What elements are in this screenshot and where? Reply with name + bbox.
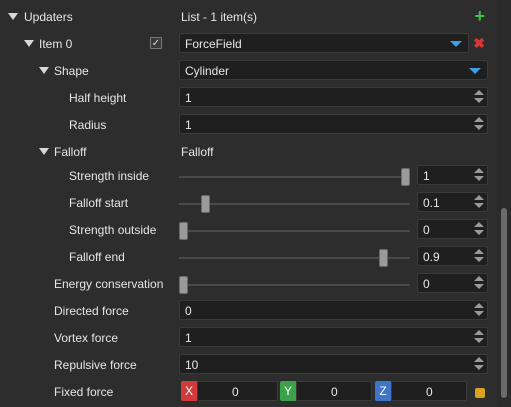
directed-force-label: Directed force	[54, 304, 129, 318]
shape-dropdown[interactable]: Cylinder	[179, 60, 488, 80]
item0-label: Item 0	[39, 37, 73, 51]
close-icon[interactable]: ✖	[473, 35, 485, 52]
strength-outside-slider-track[interactable]	[179, 230, 410, 232]
row-directed-force: Directed force 0	[0, 298, 497, 325]
vortex-force-value: 1	[185, 331, 192, 345]
vortex-force-input[interactable]: 1	[179, 327, 488, 347]
spinner-icon[interactable]	[474, 330, 484, 344]
updaters-label: Updaters	[24, 10, 73, 24]
row-half-height: Half height 1	[0, 85, 497, 112]
chevron-down-icon	[469, 68, 481, 74]
fixed-force-z-value: 0	[426, 385, 433, 399]
collapse-icon[interactable]	[39, 67, 49, 74]
collapse-icon[interactable]	[8, 13, 18, 20]
collapse-icon[interactable]	[39, 148, 49, 155]
row-vortex-force: Vortex force 1	[0, 325, 497, 352]
spinner-icon[interactable]	[474, 195, 484, 209]
falloff-end-slider-track[interactable]	[179, 257, 410, 259]
falloff-end-input[interactable]: 0.9	[417, 246, 488, 266]
falloff-value: Falloff	[181, 145, 214, 159]
spinner-icon[interactable]	[474, 357, 484, 371]
spinner-icon[interactable]	[474, 276, 484, 290]
item0-value: ForceField	[185, 37, 242, 51]
directed-force-value: 0	[185, 304, 192, 318]
row-item0: Item 0 ✓ ForceField ✖	[0, 31, 497, 58]
item0-dropdown[interactable]: ForceField	[179, 33, 469, 53]
fixed-force-z-input[interactable]: 0	[391, 381, 467, 401]
half-height-value: 1	[185, 91, 192, 105]
chevron-down-icon	[450, 41, 462, 47]
fixed-force-x-input[interactable]: 0	[197, 381, 278, 401]
row-falloff: Falloff Falloff	[0, 139, 497, 166]
radius-input[interactable]: 1	[179, 114, 488, 134]
spinner-icon[interactable]	[474, 168, 484, 182]
vertical-scrollbar[interactable]	[497, 0, 511, 407]
x-axis-tag: X	[181, 381, 197, 401]
spinner-icon[interactable]	[474, 249, 484, 263]
strength-outside-value: 0	[423, 223, 430, 237]
updaters-value: List - 1 item(s)	[181, 10, 258, 24]
falloff-end-slider-thumb[interactable]	[378, 249, 388, 267]
energy-conservation-input[interactable]: 0	[417, 273, 488, 293]
fixed-force-y-input[interactable]: 0	[296, 381, 372, 401]
falloff-start-value: 0.1	[423, 196, 440, 210]
row-radius: Radius 1	[0, 112, 497, 139]
fixed-force-label: Fixed force	[54, 385, 114, 399]
falloff-start-label: Falloff start	[69, 196, 129, 210]
strength-inside-input[interactable]: 1	[417, 165, 488, 185]
shape-value: Cylinder	[185, 64, 230, 78]
property-grid: Updaters List - 1 item(s) + Item 0 ✓ For…	[0, 0, 497, 407]
strength-inside-slider-track[interactable]	[179, 176, 410, 178]
strength-inside-value: 1	[423, 169, 430, 183]
collapse-icon[interactable]	[24, 40, 34, 47]
fixed-force-y-value: 0	[331, 385, 338, 399]
repulsive-force-value: 10	[185, 358, 199, 372]
radius-value: 1	[185, 118, 192, 132]
y-axis-tag: Y	[280, 381, 296, 401]
row-falloff-end: Falloff end 0.9	[0, 244, 497, 271]
energy-conservation-slider-thumb[interactable]	[179, 276, 188, 294]
repulsive-force-input[interactable]: 10	[179, 354, 488, 374]
half-height-input[interactable]: 1	[179, 87, 488, 107]
falloff-start-slider-track[interactable]	[179, 203, 410, 205]
row-shape: Shape Cylinder	[0, 58, 497, 85]
energy-conservation-value: 0	[423, 277, 430, 291]
falloff-label: Falloff	[54, 145, 87, 159]
fixed-force-x-value: 0	[232, 385, 239, 399]
falloff-end-value: 0.9	[423, 250, 440, 264]
scrollbar-thumb[interactable]	[501, 208, 507, 398]
spinner-icon[interactable]	[474, 117, 484, 131]
item0-checkbox[interactable]: ✓	[150, 37, 162, 49]
spinner-icon[interactable]	[474, 303, 484, 317]
row-strength-outside: Strength outside 0	[0, 217, 497, 244]
falloff-end-label: Falloff end	[69, 250, 125, 264]
z-axis-tag: Z	[375, 381, 391, 401]
plus-icon[interactable]: +	[474, 7, 485, 25]
shape-label: Shape	[54, 64, 89, 78]
strength-inside-slider-thumb[interactable]	[401, 168, 410, 186]
falloff-start-input[interactable]: 0.1	[417, 192, 488, 212]
spinner-icon[interactable]	[474, 222, 484, 236]
strength-outside-slider-thumb[interactable]	[179, 222, 188, 240]
row-strength-inside: Strength inside 1	[0, 163, 497, 190]
lock-icon[interactable]	[475, 388, 485, 398]
row-energy-conservation: Energy conservation 0	[0, 271, 497, 298]
energy-conservation-slider-track[interactable]	[179, 284, 410, 286]
energy-conservation-label: Energy conservation	[54, 277, 164, 291]
strength-outside-input[interactable]: 0	[417, 219, 488, 239]
row-fixed-force: Fixed force X 0 Y 0 Z 0	[0, 379, 497, 406]
falloff-start-slider-thumb[interactable]	[201, 195, 211, 213]
repulsive-force-label: Repulsive force	[54, 358, 137, 372]
spinner-icon[interactable]	[474, 90, 484, 104]
radius-label: Radius	[69, 118, 107, 132]
vortex-force-label: Vortex force	[54, 331, 119, 345]
directed-force-input[interactable]: 0	[179, 300, 488, 320]
strength-outside-label: Strength outside	[69, 223, 157, 237]
row-updaters: Updaters List - 1 item(s) +	[0, 4, 497, 31]
row-repulsive-force: Repulsive force 10	[0, 352, 497, 379]
strength-inside-label: Strength inside	[69, 169, 150, 183]
row-falloff-start: Falloff start 0.1	[0, 190, 497, 217]
half-height-label: Half height	[69, 91, 127, 105]
